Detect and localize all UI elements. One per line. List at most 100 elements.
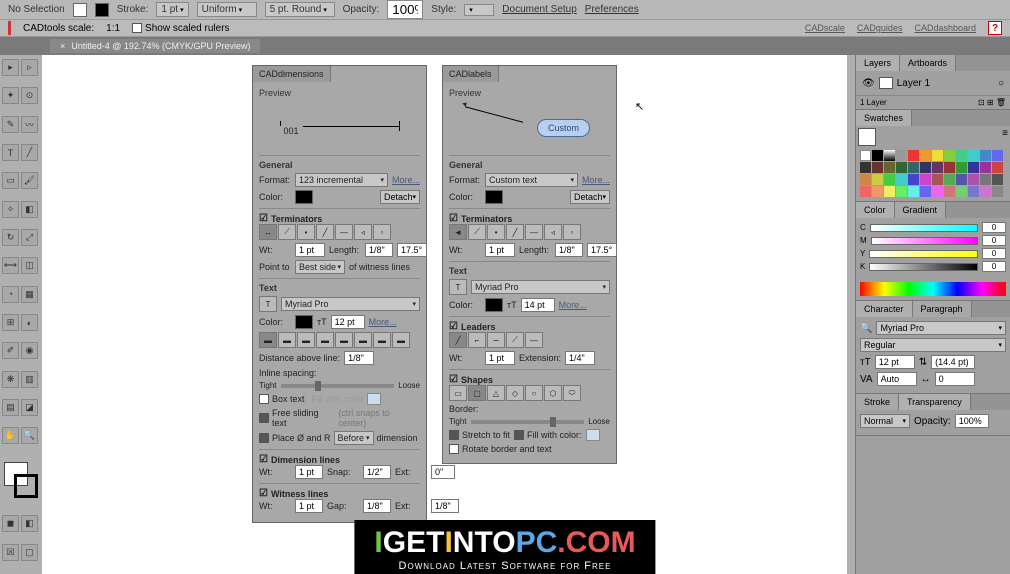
shaper-tool[interactable]: ✧ [2,201,19,218]
gradient-tool[interactable]: ◐ [21,314,38,331]
swatch-item[interactable] [860,174,871,185]
rectangle-tool[interactable]: ▭ [2,172,19,189]
swatch-item[interactable] [980,186,991,197]
stroke-profile-dropdown[interactable]: Uniform [197,2,257,17]
width-tool[interactable]: ⟷ [2,257,19,274]
swatch-item[interactable] [992,162,1003,173]
swatch-item[interactable] [872,186,883,197]
term-length-input[interactable] [365,243,393,257]
dim-lines-section[interactable]: Dimension lines [259,454,420,465]
swatch-item[interactable] [908,174,919,185]
text-pos-7[interactable]: ▬ [373,332,391,348]
swatch-item[interactable] [932,150,943,161]
box-text-checkbox[interactable]: Box textFill with color [259,393,420,405]
eyedropper-tool[interactable]: ✐ [2,342,19,359]
character-tab[interactable]: Character [856,301,913,317]
transparency-tab[interactable]: Transparency [899,394,971,410]
rotate-tool[interactable]: ↻ [2,229,19,246]
swatches-tab[interactable]: Swatches [856,110,912,126]
swatch-item[interactable] [968,186,979,197]
gradient-tab[interactable]: Gradient [895,202,947,218]
shape-rect[interactable]: ▭ [449,385,467,401]
layer-buttons[interactable]: ⊡ ⊞ 🗑 [978,98,1006,107]
k-value[interactable] [982,261,1006,272]
layers-tab[interactable]: Layers [856,55,900,71]
lterm-1[interactable]: ◄ [449,224,467,240]
swatch-item[interactable] [980,162,991,173]
graph-tool[interactable]: ▥ [21,371,38,388]
fill-stroke-control[interactable] [4,462,38,498]
leader-wt-input[interactable] [485,351,515,365]
terminator-open-icon[interactable]: ◃ [354,224,372,240]
swatch-item[interactable] [884,174,895,185]
symbol-sprayer-tool[interactable]: ❋ [2,371,19,388]
shape-triangle[interactable]: △ [487,385,505,401]
place-dropdown[interactable]: Before [334,431,374,445]
label-terminators-section[interactable]: Terminators [449,213,610,224]
doc-setup-button[interactable]: Document Setup [502,4,577,15]
curvature-tool[interactable]: 〰 [21,116,38,133]
terminator-tick-icon[interactable]: ⟋ [278,224,296,240]
swatch-item[interactable] [992,186,1003,197]
rotate-checkbox[interactable]: Rotate border and text [449,444,610,454]
terminator-box-icon[interactable]: ▫ [373,224,391,240]
lterm-6[interactable]: ◃ [544,224,562,240]
hand-tool[interactable]: ✋ [2,427,19,444]
witness-lines-section[interactable]: Witness lines [259,488,420,499]
char-kerning-input[interactable] [877,372,917,386]
none-mode[interactable]: ☒ [2,544,19,561]
swatch-item[interactable] [932,162,943,173]
swatch-item[interactable] [920,174,931,185]
lterm-7[interactable]: ▫ [563,224,581,240]
line-tool[interactable]: ╱ [21,144,38,161]
y-value[interactable] [982,248,1006,259]
swatch-item[interactable] [968,150,979,161]
swatch-item[interactable] [956,162,967,173]
swatch-item[interactable] [920,186,931,197]
mesh-tool[interactable]: ⊞ [2,314,19,331]
magic-wand-tool[interactable]: ✦ [2,87,19,104]
spectrum-picker[interactable] [860,282,1006,296]
text-color-picker[interactable] [295,315,313,329]
fill-checkbox[interactable]: Fill with color: [514,430,582,440]
text-pos-6[interactable]: ▬ [354,332,372,348]
swatch-item[interactable] [932,174,943,185]
shape-builder-tool[interactable]: ◔ [2,286,19,303]
m-value[interactable] [982,235,1006,246]
swatch-item[interactable] [872,174,883,185]
text-pos-2[interactable]: ▬ [278,332,296,348]
document-tab[interactable]: ×Untitled-4 @ 192.74% (CMYK/GPU Preview) [50,39,260,53]
k-slider[interactable] [869,263,978,271]
swatch-item[interactable] [980,174,991,185]
term-wt-input[interactable] [295,243,325,257]
swatch-item[interactable] [884,162,895,173]
swatch-item[interactable] [944,174,955,185]
swatch-item[interactable] [908,162,919,173]
swatch-item[interactable] [920,162,931,173]
artboard-tool[interactable]: ▤ [2,399,19,416]
swatch-item[interactable] [944,186,955,197]
format-more-link[interactable]: More... [392,175,420,185]
dimline-wt-input[interactable] [295,465,323,479]
visibility-icon[interactable]: 👁 [862,78,875,89]
swatch-item[interactable] [872,162,883,173]
scale-tool[interactable]: ⤢ [21,229,38,246]
stroke-swatch[interactable] [95,3,109,17]
swatch-item[interactable] [884,150,895,161]
lasso-tool[interactable]: ⊙ [21,87,38,104]
lterm-2[interactable]: ⟋ [468,224,486,240]
zoom-tool[interactable]: 🔍 [21,427,38,444]
swatch-item[interactable] [896,150,907,161]
swatch-item[interactable] [872,150,883,161]
swatch-item[interactable] [884,186,895,197]
char-font-dropdown[interactable]: Myriad Pro [876,321,1006,335]
font-dropdown[interactable]: Myriad Pro [281,297,420,311]
free-sliding-checkbox[interactable]: Free sliding text(ctrl snaps to center) [259,408,420,428]
swatch-item[interactable] [932,186,943,197]
swatch-item[interactable] [968,174,979,185]
char-style-dropdown[interactable]: Regular [860,338,1006,352]
lterm-angle-input[interactable] [587,243,617,257]
leader-4[interactable]: ⟋ [506,332,524,348]
text-pos-8[interactable]: ▬ [392,332,410,348]
text-pos-1[interactable]: ▬ [259,332,277,348]
